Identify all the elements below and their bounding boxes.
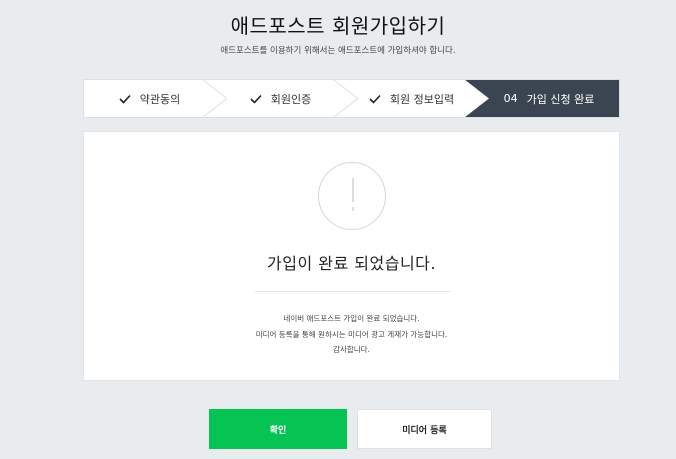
step-label: 회원 정보입력 — [389, 92, 455, 106]
check-icon — [250, 94, 262, 104]
step-terms: 약관동의 — [84, 80, 227, 117]
step-separator-icon — [203, 80, 227, 117]
step-label: 회원인증 — [270, 92, 312, 106]
step-label: 가입 신청 완료 — [526, 92, 595, 106]
page-subtitle: 애드포스트를 이용하기 위해서는 애드포스트에 가입하셔야 합니다. — [220, 46, 456, 56]
step-label: 약관동의 — [139, 92, 181, 106]
page-title: 애드포스트 회원가입하기 — [230, 14, 446, 38]
completion-info: 네이버 애드포스트 가입이 완료 되었습니다. 미디어 등록을 통해 원하시는 … — [84, 311, 619, 358]
completion-message: 가입이 완료 되었습니다. — [267, 254, 436, 273]
confirm-button[interactable]: 확인 — [209, 409, 347, 449]
divider — [255, 291, 450, 292]
exclamation-circle-icon — [318, 162, 386, 230]
step-number: 04 — [503, 92, 518, 105]
signup-complete-page: 애드포스트 회원가입하기 애드포스트를 이용하기 위해서는 애드포스트에 가입하… — [0, 0, 676, 459]
check-icon — [119, 94, 131, 104]
step-verification: 회원인증 — [215, 80, 358, 117]
info-line: 네이버 애드포스트 가입이 완료 되었습니다. — [283, 314, 420, 323]
register-media-button[interactable]: 미디어 등록 — [357, 409, 492, 449]
step-separator-icon — [334, 80, 358, 117]
info-line: 미디어 등록을 통해 원하시는 미디어 광고 게재가 가능합니다. — [255, 329, 448, 339]
step-member-info: 회원 정보입력 — [346, 80, 489, 117]
step-complete-current: 04 가입 신청 완료 — [477, 80, 619, 117]
step-separator-icon — [465, 80, 489, 117]
signup-steps: 약관동의 회원인증 회원 정보입력 04 가입 신청 완료 — [83, 79, 620, 118]
info-line: 감사합니다. — [333, 345, 370, 354]
check-icon — [369, 94, 381, 104]
completion-card: 가입이 완료 되었습니다. 네이버 애드포스트 가입이 완료 되었습니다. 미디… — [83, 131, 620, 381]
